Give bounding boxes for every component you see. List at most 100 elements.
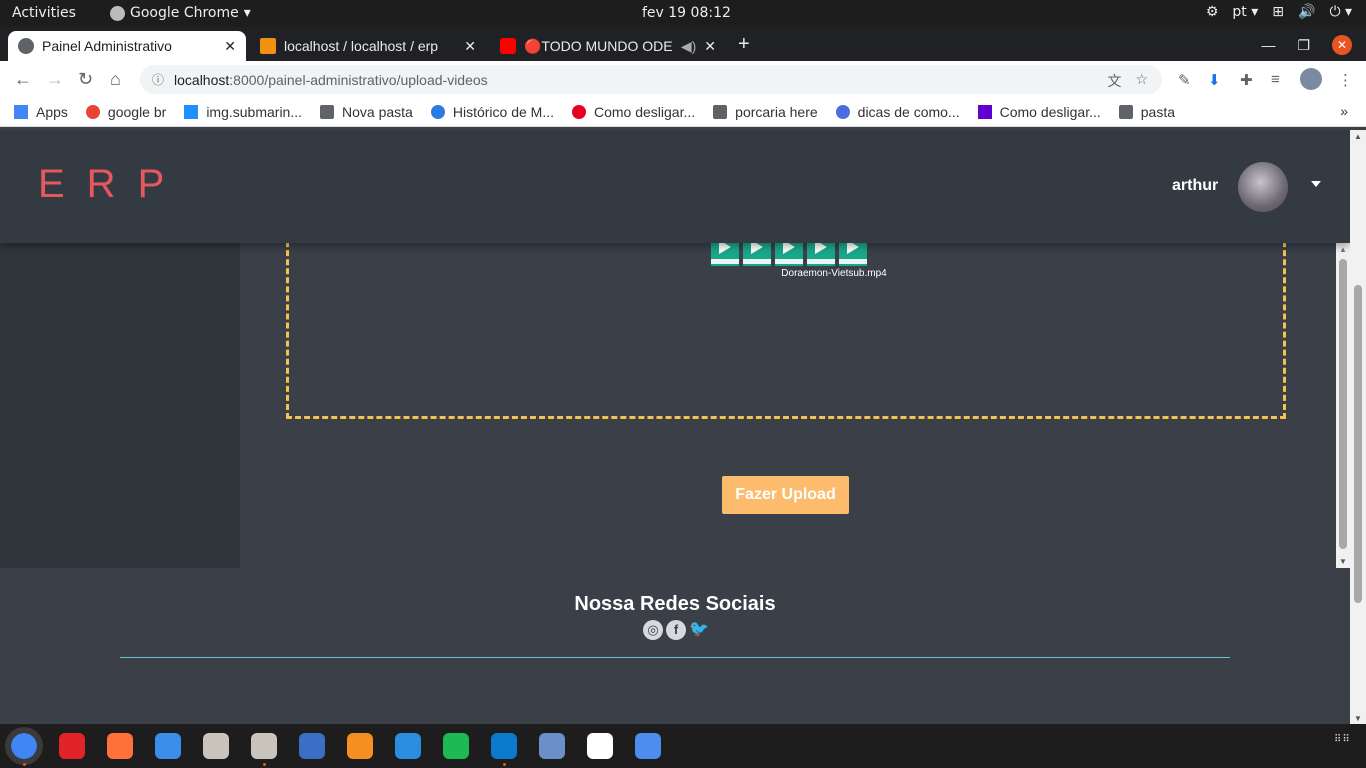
tab-painel-administrativo[interactable]: Painel Administrativo ✕ <box>8 31 246 61</box>
translate-icon[interactable]: 文 <box>1107 71 1121 91</box>
user-name[interactable]: arthur <box>1172 177 1218 195</box>
bookmark-porcaria-here[interactable]: porcaria here <box>713 104 818 120</box>
social-links: ◎ f 🐦 <box>643 620 709 640</box>
chrome-icon[interactable] <box>5 727 43 765</box>
pin-icon <box>571 104 586 119</box>
erp-logo[interactable]: ERP <box>38 162 186 207</box>
github-icon[interactable]: ◎ <box>643 620 663 640</box>
scroll-up-icon[interactable]: ▲ <box>1339 245 1347 254</box>
close-icon[interactable]: ✕ <box>464 38 476 55</box>
close-icon[interactable]: ✕ <box>704 38 716 55</box>
upload-button[interactable]: Fazer Upload <box>722 476 849 514</box>
opera-icon[interactable] <box>59 733 85 759</box>
menu-kebab-icon[interactable]: ⋮ <box>1338 71 1353 89</box>
folder-icon <box>713 104 728 119</box>
show-applications-icon[interactable]: ⠿⠿ <box>1334 735 1350 753</box>
browser-toolbar: ← → ↻ ⌂ ⓘ localhost:8000/painel-administ… <box>0 61 1366 97</box>
new-tab-button[interactable]: + <box>738 33 750 56</box>
firefox-icon[interactable] <box>107 733 133 759</box>
tab-title: Painel Administrativo <box>42 38 172 54</box>
page-scrollbar[interactable]: ▲ ▼ <box>1350 130 1366 724</box>
bookmark-historico[interactable]: Histórico de M... <box>430 103 554 120</box>
bookmark-apps[interactable]: Apps <box>14 104 68 120</box>
language-indicator[interactable]: pt ▾ <box>1232 4 1258 20</box>
bookmark-nova-pasta[interactable]: Nova pasta <box>320 104 413 120</box>
spotify-icon[interactable] <box>443 733 469 759</box>
extension-tool-icon[interactable]: ✎ <box>1178 71 1191 89</box>
files-icon-2[interactable] <box>251 733 277 759</box>
bookmark-img-submarino[interactable]: img.submarin... <box>184 104 302 120</box>
video-dropzone[interactable]: Doraemon-Vietsub.mp4 <box>286 223 1286 419</box>
document-viewer-icon[interactable] <box>299 733 325 759</box>
scroll-thumb[interactable] <box>1339 259 1347 549</box>
bookmark-label: Apps <box>36 103 68 120</box>
chevron-right-double-icon[interactable]: » <box>1340 103 1348 119</box>
bookmarks-bar: Apps google br img.submarin... Nova past… <box>0 97 1366 127</box>
language-label: pt <box>1232 4 1247 20</box>
volume-icon[interactable]: 🔊 <box>1298 4 1315 20</box>
text-editor-icon[interactable] <box>635 733 661 759</box>
download-icon[interactable]: ⬇ <box>1208 71 1221 89</box>
network-icon[interactable]: ⊞ <box>1272 4 1284 20</box>
user-avatar[interactable] <box>1238 162 1288 212</box>
info-icon[interactable]: ⓘ <box>152 71 164 88</box>
activities-button[interactable]: Activities <box>12 5 76 21</box>
home-icon[interactable]: ⌂ <box>110 69 121 90</box>
vscode-icon[interactable] <box>491 733 517 759</box>
scroll-up-icon[interactable]: ▲ <box>1354 132 1362 141</box>
bookmark-star-icon[interactable]: ☆ <box>1135 71 1148 91</box>
forward-icon[interactable]: → <box>46 69 64 90</box>
remote-desktop-icon[interactable] <box>539 733 565 759</box>
bookmark-label: pasta <box>1140 103 1176 120</box>
bookmark-google-br[interactable]: google br <box>85 104 166 120</box>
scroll-thumb[interactable] <box>1354 285 1362 603</box>
running-indicator <box>23 763 26 766</box>
scroll-down-icon[interactable]: ▼ <box>1339 557 1347 566</box>
app-menu[interactable]: Google Chrome ▾ <box>110 5 251 21</box>
site-footer: Nossa Redes Sociais ◎ f 🐦 <box>0 568 1350 724</box>
extensions-puzzle-icon[interactable]: ✚ <box>1240 71 1253 89</box>
apps-grid-icon <box>14 104 28 119</box>
anydesk-icon[interactable] <box>587 733 613 759</box>
close-icon[interactable]: ✕ <box>224 38 236 55</box>
tab-youtube[interactable]: 🔴TODO MUNDO ODE ◀) ✕ <box>490 31 726 61</box>
settings-gear-icon[interactable]: ⚙ <box>1206 4 1219 20</box>
back-icon[interactable]: ← <box>14 69 32 90</box>
audio-playing-icon[interactable]: ◀) <box>681 38 696 55</box>
bookmark-pasta[interactable]: pasta <box>1118 103 1176 120</box>
clock[interactable]: fev 19 08:12 <box>642 5 731 21</box>
minimize-icon[interactable]: — <box>1261 37 1275 53</box>
sublime-text-icon[interactable] <box>347 733 373 759</box>
system-tray[interactable]: ⚙ pt ▾ ⊞ 🔊 ⏻ ▾ <box>1206 4 1352 20</box>
phpmyadmin-icon <box>260 38 276 54</box>
bookmark-dicas-de-como[interactable]: dicas de como... <box>835 104 960 120</box>
chevron-down-icon: ▾ <box>243 5 251 21</box>
bookmark-como-desligar-1[interactable]: Como desligar... <box>571 104 695 120</box>
caret-down-icon[interactable] <box>1311 181 1321 187</box>
bookmark-label: Nova pasta <box>342 103 413 120</box>
bookmark-como-desligar-2[interactable]: Como desligar... <box>977 104 1101 120</box>
bookmark-label: img.submarin... <box>206 103 303 120</box>
running-indicator <box>503 763 506 766</box>
maximize-icon[interactable]: ❐ <box>1297 37 1310 54</box>
scroll-down-icon[interactable]: ▼ <box>1354 714 1362 723</box>
close-window-icon[interactable]: ✕ <box>1332 35 1352 55</box>
bookmark-label: Histórico de M... <box>452 103 554 120</box>
panel-scrollbar[interactable]: ▲ ▼ <box>1336 243 1350 568</box>
tab-title: 🔴TODO MUNDO ODE <box>524 37 673 54</box>
folder-icon <box>320 104 335 119</box>
url-host: localhost <box>174 71 230 88</box>
power-icon[interactable]: ⏻ ▾ <box>1329 4 1352 20</box>
media-queue-icon[interactable]: ≡ <box>1271 71 1280 88</box>
profile-avatar-icon[interactable] <box>1300 68 1322 90</box>
yahoo-icon <box>977 104 992 119</box>
screenshot-icon[interactable] <box>155 733 181 759</box>
web-page: ERP arthur Doraemon-Vietsub.mp4 Fazer Up… <box>0 130 1350 724</box>
tab-phpmyadmin[interactable]: localhost / localhost / erp ✕ <box>250 31 486 61</box>
reload-icon[interactable]: ↻ <box>78 69 93 90</box>
facebook-icon[interactable]: f <box>666 620 686 640</box>
address-bar[interactable]: ⓘ localhost:8000/painel-administrativo/u… <box>140 65 1162 94</box>
files-icon[interactable] <box>203 733 229 759</box>
twitter-icon[interactable]: 🐦 <box>689 620 709 640</box>
help-icon[interactable] <box>395 733 421 759</box>
